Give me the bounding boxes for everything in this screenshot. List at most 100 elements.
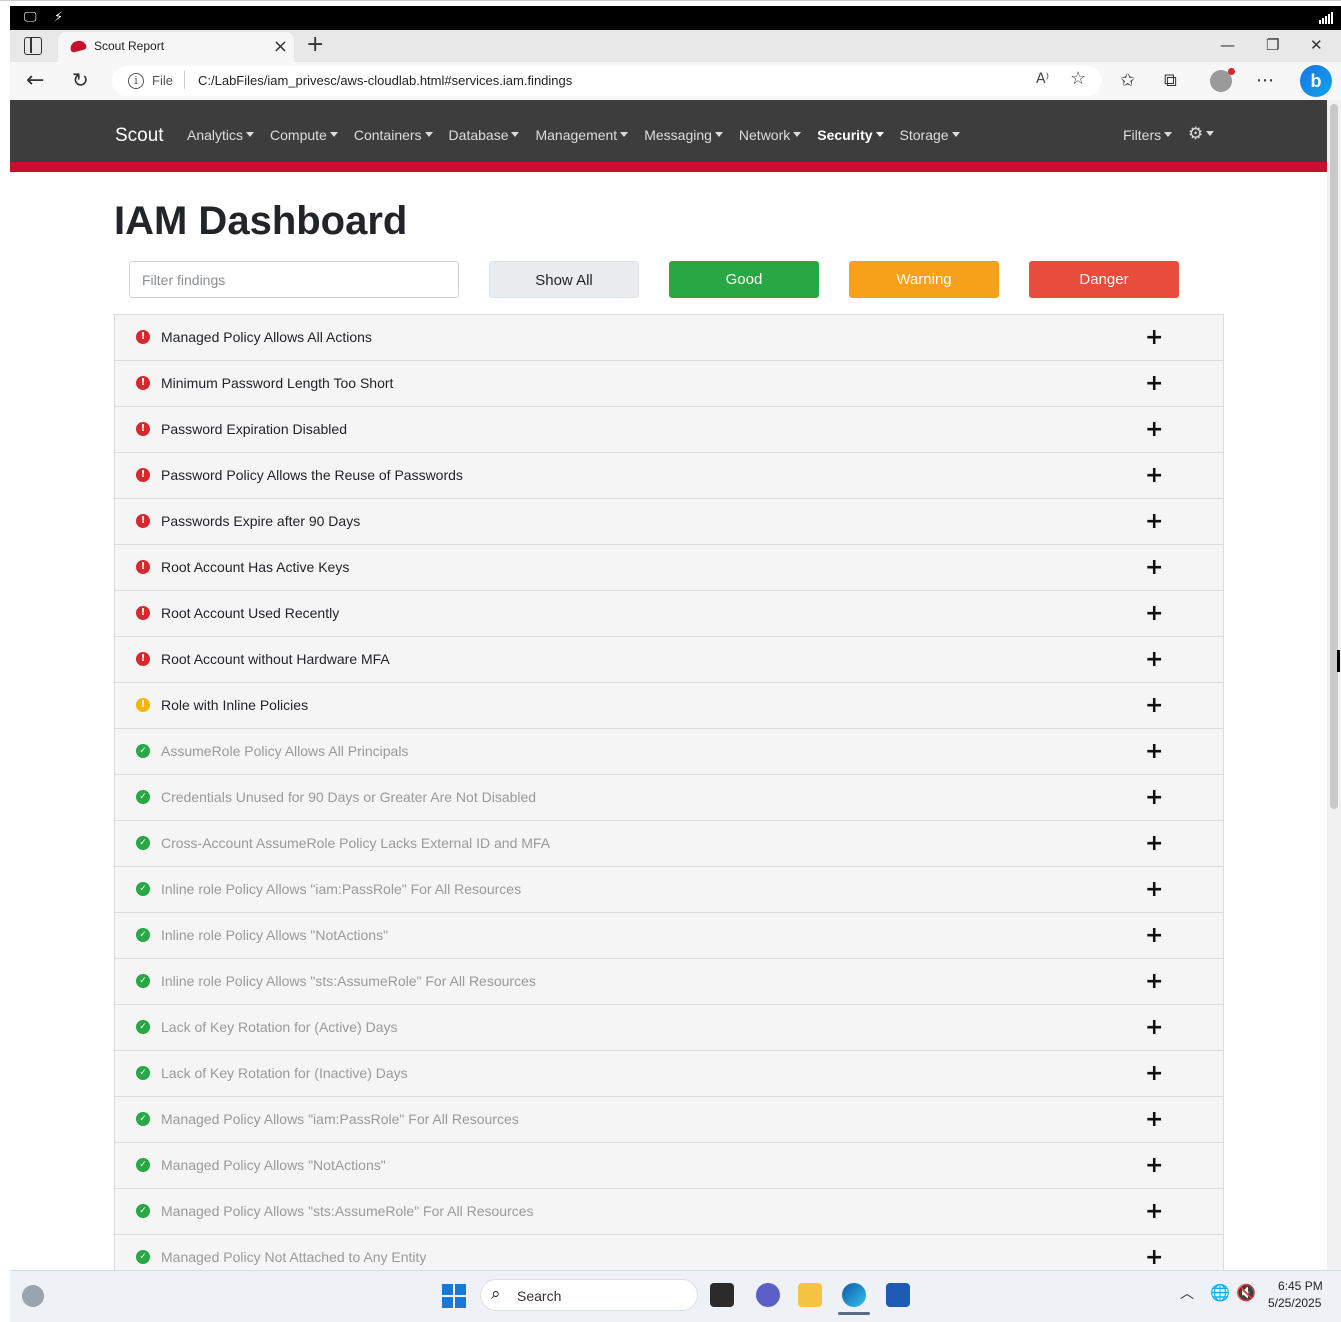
favorites-icon[interactable]: ✩ [1120, 70, 1135, 91]
expand-plus-icon[interactable]: + [1145, 509, 1163, 534]
expand-plus-icon[interactable]: + [1145, 1015, 1163, 1040]
close-tab-icon[interactable]: × [273, 36, 288, 57]
expand-plus-icon[interactable]: + [1145, 647, 1163, 672]
finding-row[interactable]: ✓ Lack of Key Rotation for (Active) Days + [114, 1005, 1224, 1051]
url-text[interactable]: C:/LabFiles/iam_privesc/aws-cloudlab.htm… [198, 73, 572, 88]
expand-plus-icon[interactable]: + [1145, 1245, 1163, 1270]
expand-plus-icon[interactable]: + [1145, 785, 1163, 810]
filters-dropdown[interactable]: Filters [1123, 127, 1173, 143]
expand-plus-icon[interactable]: + [1145, 325, 1163, 350]
start-button[interactable] [442, 1284, 466, 1308]
clock-time[interactable]: 6:45 PM [1278, 1279, 1323, 1293]
new-tab-button[interactable]: + [306, 32, 324, 57]
finding-row[interactable]: ! Role with Inline Policies + [114, 683, 1224, 729]
edge-browser-icon[interactable] [838, 1283, 870, 1315]
expand-plus-icon[interactable]: + [1145, 371, 1163, 396]
monitor-icon[interactable]: 🖵 [24, 10, 37, 25]
finding-row[interactable]: ✓ Lack of Key Rotation for (Inactive) Day… [114, 1051, 1224, 1097]
nav-menu-analytics[interactable]: Analytics [187, 127, 255, 143]
nav-menu-containers[interactable]: Containers [354, 127, 433, 143]
expand-plus-icon[interactable]: + [1145, 831, 1163, 856]
read-aloud-icon[interactable]: A⁾ [1036, 71, 1049, 87]
finding-row[interactable]: ! Passwords Expire after 90 Days + [114, 499, 1224, 545]
info-icon[interactable]: i [128, 73, 144, 89]
more-menu-icon[interactable]: ⋯ [1256, 70, 1274, 91]
nav-menu-storage[interactable]: Storage [900, 127, 960, 143]
finding-title: Inline role Policy Allows "iam:PassRole"… [161, 881, 522, 897]
address-bar[interactable]: i File C:/LabFiles/iam_privesc/aws-cloud… [112, 66, 1102, 96]
finding-row[interactable]: ✓ Managed Policy Allows "iam:PassRole" Fo… [114, 1097, 1224, 1143]
settings-dropdown[interactable]: ⚙ [1188, 124, 1215, 144]
expand-plus-icon[interactable]: + [1145, 555, 1163, 580]
expand-plus-icon[interactable]: + [1145, 739, 1163, 764]
add-favorite-icon[interactable]: ☆ [1070, 68, 1086, 89]
expand-plus-icon[interactable]: + [1145, 417, 1163, 442]
collections-icon[interactable]: ⧉ [1164, 70, 1177, 91]
finding-row[interactable]: ! Root Account Has Active Keys + [114, 545, 1224, 591]
microsoft-store-icon[interactable] [886, 1283, 910, 1307]
scrollbar-thumb[interactable] [1330, 104, 1338, 809]
finding-row[interactable]: ! Password Policy Allows the Reuse of Pas… [114, 453, 1224, 499]
findings-list: ! Managed Policy Allows All Actions +! Mini… [114, 314, 1224, 1270]
finding-row[interactable]: ✓ Cross-Account AssumeRole Policy Lacks E… [114, 821, 1224, 867]
warning-filter-button[interactable]: Warning [849, 261, 999, 298]
finding-row[interactable]: ✓ AssumeRole Policy Allows All Principals… [114, 729, 1224, 775]
finding-row[interactable]: ! Root Account without Hardware MFA + [114, 637, 1224, 683]
show-all-button[interactable]: Show All [489, 261, 639, 298]
finding-row[interactable]: ! Root Account Used Recently + [114, 591, 1224, 637]
profile-avatar-icon[interactable] [1210, 68, 1235, 92]
volume-muted-icon[interactable]: 🔇 [1236, 1283, 1256, 1302]
file-explorer-icon[interactable] [798, 1283, 822, 1307]
finding-row[interactable]: ✓ Managed Policy Not Attached to Any Enti… [114, 1235, 1224, 1270]
finding-title: Credentials Unused for 90 Days or Greate… [161, 789, 537, 805]
minimize-window-button[interactable]: — [1220, 36, 1235, 54]
nav-menu-network[interactable]: Network [739, 127, 802, 143]
close-window-button[interactable]: ✕ [1310, 36, 1323, 54]
expand-plus-icon[interactable]: + [1145, 601, 1163, 626]
vertical-scrollbar[interactable] [1327, 100, 1341, 1270]
expand-plus-icon[interactable]: + [1145, 1061, 1163, 1086]
teams-chat-icon[interactable] [756, 1283, 780, 1307]
finding-row[interactable]: ! Password Expiration Disabled + [114, 407, 1224, 453]
taskbar-search[interactable]: ⌕ Search [480, 1279, 698, 1311]
tab-actions-icon[interactable] [24, 37, 42, 55]
finding-title: Role with Inline Policies [161, 697, 309, 713]
filter-findings-input[interactable] [129, 261, 459, 298]
nav-menu-compute[interactable]: Compute [270, 127, 338, 143]
nav-menu-messaging[interactable]: Messaging [644, 127, 723, 143]
finding-row[interactable]: ✓ Managed Policy Allows "sts:AssumeRole" … [114, 1189, 1224, 1235]
finding-row[interactable]: ✓ Inline role Policy Allows "NotActions" + [114, 913, 1224, 959]
clock-date[interactable]: 5/25/2025 [1268, 1296, 1321, 1310]
good-filter-button[interactable]: Good [669, 261, 819, 298]
bing-copilot-icon[interactable]: b [1300, 65, 1332, 97]
danger-filter-button[interactable]: Danger [1029, 261, 1179, 298]
expand-plus-icon[interactable]: + [1145, 1199, 1163, 1224]
expand-plus-icon[interactable]: + [1145, 969, 1163, 994]
back-button[interactable]: ← [26, 68, 44, 93]
reload-button[interactable]: ↻ [72, 68, 89, 92]
browser-tab-active[interactable]: Scout Report × [58, 32, 294, 62]
finding-row[interactable]: ✓ Managed Policy Allows "NotActions" + [114, 1143, 1224, 1189]
network-globe-icon[interactable]: 🌐 [1210, 1283, 1230, 1302]
nav-menu-security[interactable]: Security [817, 127, 884, 143]
finding-row[interactable]: ✓ Inline role Policy Allows "sts:AssumeRo… [114, 959, 1224, 1005]
expand-plus-icon[interactable]: + [1145, 877, 1163, 902]
widgets-icon[interactable] [22, 1285, 44, 1307]
nav-menu-database[interactable]: Database [449, 127, 520, 143]
show-hidden-icons-chevron-icon[interactable]: ︿ [1180, 1283, 1194, 1303]
resize-handle[interactable] [1337, 650, 1340, 672]
expand-plus-icon[interactable]: + [1145, 1153, 1163, 1178]
expand-plus-icon[interactable]: + [1145, 1107, 1163, 1132]
expand-plus-icon[interactable]: + [1145, 463, 1163, 488]
finding-row[interactable]: ✓ Inline role Policy Allows "iam:PassRole… [114, 867, 1224, 913]
task-view-icon[interactable] [710, 1283, 734, 1307]
expand-plus-icon[interactable]: + [1145, 923, 1163, 948]
restore-window-button[interactable]: ❐ [1266, 36, 1279, 54]
finding-row[interactable]: ! Managed Policy Allows All Actions + [114, 315, 1224, 361]
lightning-icon[interactable]: ⚡ [54, 10, 63, 25]
nav-menu-management[interactable]: Management [535, 127, 629, 143]
expand-plus-icon[interactable]: + [1145, 693, 1163, 718]
finding-row[interactable]: ✓ Credentials Unused for 90 Days or Great… [114, 775, 1224, 821]
brand-link[interactable]: Scout [115, 125, 164, 147]
finding-row[interactable]: ! Minimum Password Length Too Short + [114, 361, 1224, 407]
